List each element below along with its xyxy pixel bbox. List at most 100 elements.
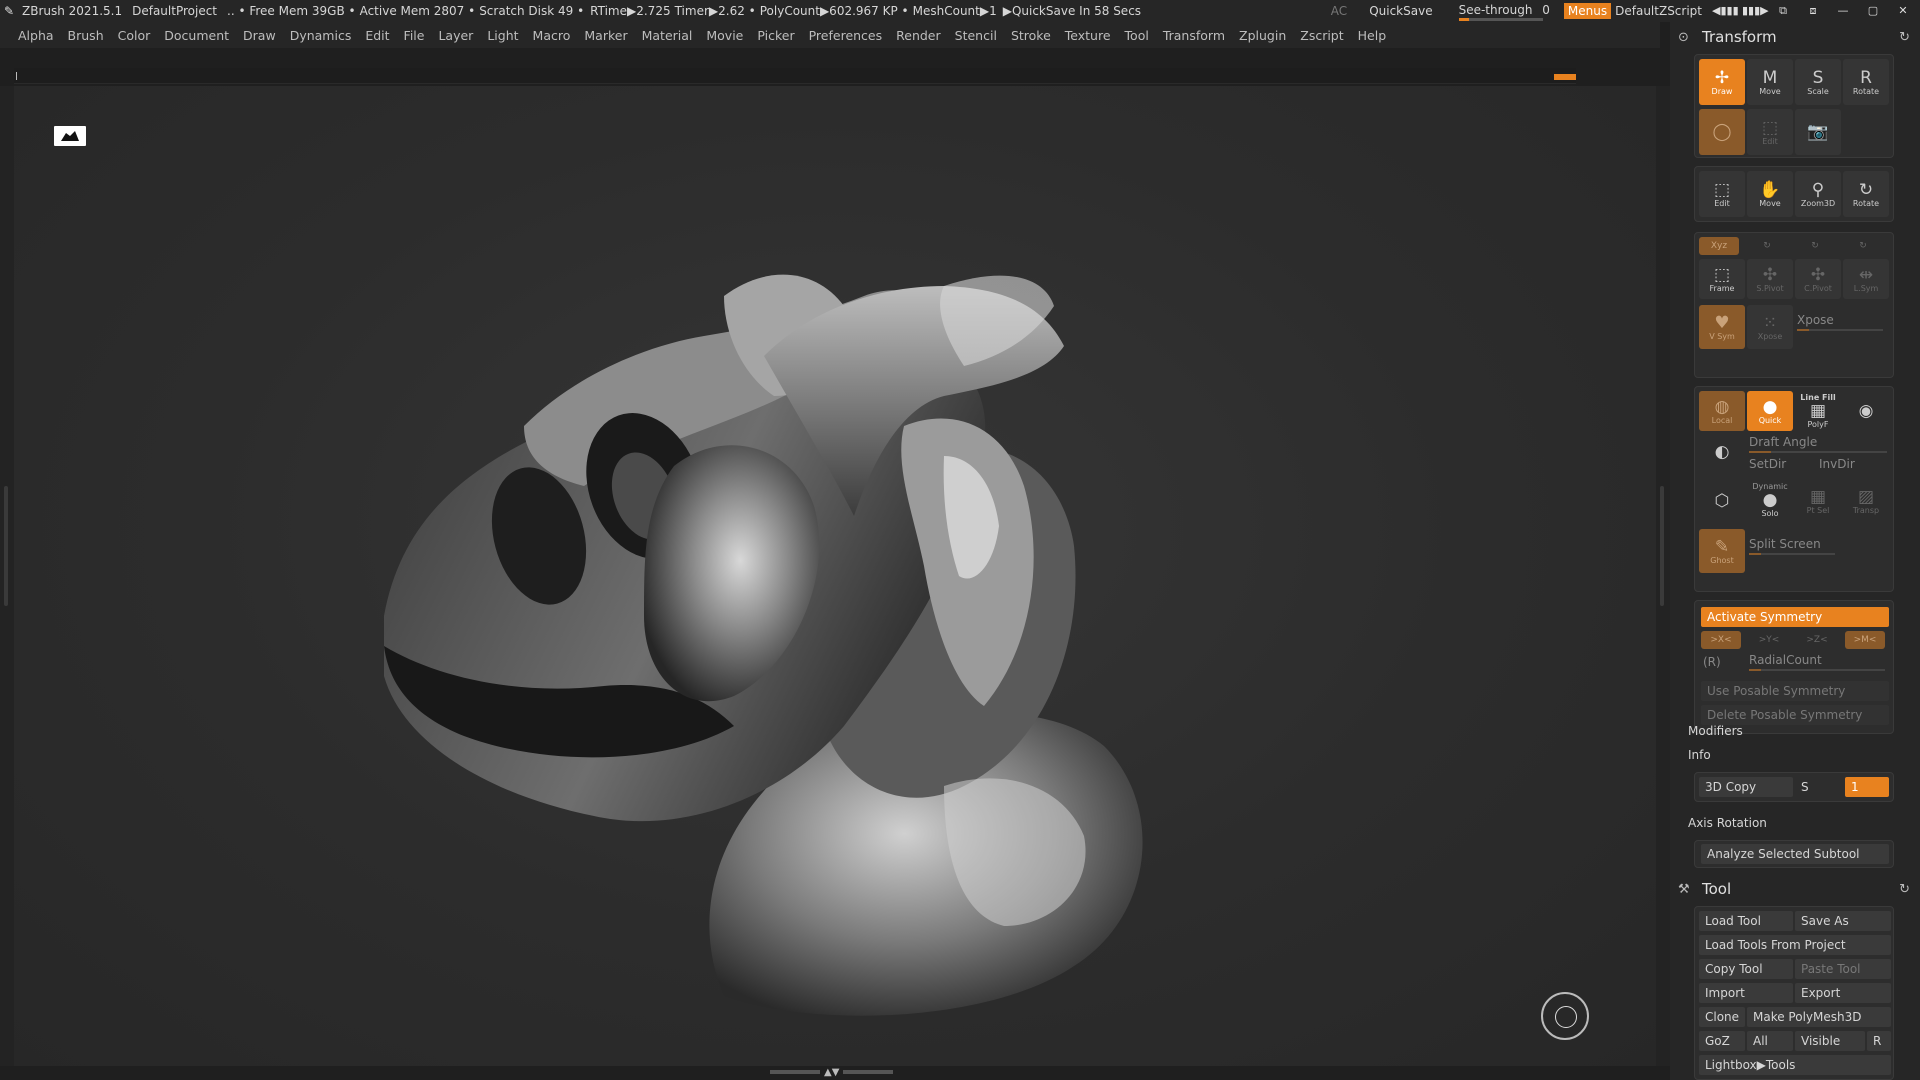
z-rotate-icon[interactable]: ↻ (1795, 237, 1835, 255)
document-thumbnail-icon[interactable] (54, 126, 86, 146)
wireframe-box-button[interactable]: ⬡ (1699, 481, 1745, 521)
radial-count-slider[interactable]: RadialCount (1749, 653, 1885, 673)
tool-reset-icon[interactable]: ↻ (1899, 882, 1910, 897)
delete-posable-symmetry-button[interactable]: Delete Posable Symmetry (1701, 705, 1889, 725)
menu-draw[interactable]: Draw (236, 28, 283, 43)
document-canvas[interactable] (14, 86, 1656, 1066)
menu-document[interactable]: Document (157, 28, 236, 43)
zoom3d-button[interactable]: ⚲ Zoom3D (1795, 171, 1841, 217)
move-button[interactable]: M Move (1747, 59, 1793, 105)
orbit-button[interactable]: ↻ Rotate (1843, 171, 1889, 217)
xpose-slider[interactable]: Xpose (1797, 313, 1883, 335)
menu-render[interactable]: Render (889, 28, 948, 43)
analyze-selected-subtool-button[interactable]: Analyze Selected Subtool (1701, 844, 1889, 864)
activate-symmetry-button[interactable]: Activate Symmetry (1701, 607, 1889, 627)
material-sphere-button[interactable]: ◉ (1843, 391, 1889, 431)
menu-zplugin[interactable]: Zplugin (1232, 28, 1293, 43)
left-tray-handle[interactable] (4, 486, 8, 606)
menu-brush[interactable]: Brush (61, 28, 111, 43)
axis-x-toggle[interactable]: >X< (1701, 631, 1741, 649)
radial-toggle[interactable]: (R) (1703, 655, 1733, 673)
close-icon[interactable]: ✕ (1892, 4, 1914, 18)
goz-button[interactable]: GoZ (1699, 1031, 1745, 1051)
local-button[interactable]: ◍ Local (1699, 391, 1745, 431)
solo-button[interactable]: Dynamic ● Solo (1747, 477, 1793, 523)
axis-m-toggle[interactable]: >M< (1845, 631, 1885, 649)
axis-rotation-subpalette[interactable]: Axis Rotation (1688, 816, 1767, 830)
free-rotate-icon[interactable]: ↻ (1843, 237, 1883, 255)
edit-button[interactable]: ⬚ Edit (1699, 171, 1745, 217)
reset-icon[interactable]: ↻ (1899, 30, 1910, 45)
menu-movie[interactable]: Movie (699, 28, 750, 43)
draft-angle-slider[interactable]: Draft Angle (1749, 435, 1887, 455)
menu-file[interactable]: File (397, 28, 432, 43)
minimize-icon[interactable]: — (1832, 4, 1854, 18)
menu-preferences[interactable]: Preferences (802, 28, 890, 43)
rotate-button[interactable]: R Rotate (1843, 59, 1889, 105)
paste-tool-button[interactable]: Paste Tool (1795, 959, 1891, 979)
menu-light[interactable]: Light (480, 28, 525, 43)
goz-r-button[interactable]: R (1867, 1031, 1891, 1051)
menu-layer[interactable]: Layer (431, 28, 480, 43)
save-as-button[interactable]: Save As (1795, 911, 1891, 931)
copy3d-s-toggle[interactable]: S (1795, 777, 1841, 797)
use-posable-symmetry-button[interactable]: Use Posable Symmetry (1701, 681, 1889, 701)
menu-zscript[interactable]: Zscript (1293, 28, 1350, 43)
menu-macro[interactable]: Macro (526, 28, 578, 43)
default-zscript-button[interactable]: DefaultZScript (1615, 4, 1702, 18)
maximize-icon[interactable]: ▢ (1862, 4, 1884, 18)
xpose-button[interactable]: ⁙ Xpose (1747, 305, 1793, 349)
polyf-button[interactable]: Line Fill ▦ PolyF (1795, 391, 1841, 431)
palette-dock-icon[interactable]: ⊙ (1678, 30, 1692, 45)
menu-texture[interactable]: Texture (1058, 28, 1118, 43)
c-pivot-button[interactable]: ✣ C.Pivot (1795, 259, 1841, 299)
ghost-button[interactable]: ✎ Ghost (1699, 529, 1745, 573)
layout-right-icon[interactable]: ▮▮▮▶ (1742, 4, 1769, 18)
s-pivot-button[interactable]: ✣ S.Pivot (1747, 259, 1793, 299)
pan-button[interactable]: ✋ Move (1747, 171, 1793, 217)
setdir-button[interactable]: SetDir (1749, 457, 1809, 473)
axis-z-toggle[interactable]: >Z< (1797, 631, 1837, 649)
copy3d-button[interactable]: 3D Copy (1699, 777, 1793, 797)
menus-toggle[interactable]: Menus (1563, 3, 1612, 19)
menu-stencil[interactable]: Stencil (948, 28, 1004, 43)
edit-mode-button[interactable]: ⬚ Edit (1747, 109, 1793, 155)
quicksave-button[interactable]: QuickSave (1369, 4, 1432, 18)
window-float-icon[interactable]: ⧈ (1802, 4, 1824, 18)
menu-transform[interactable]: Transform (1156, 28, 1232, 43)
split-screen-slider[interactable]: Split Screen (1749, 537, 1835, 557)
menu-help[interactable]: Help (1351, 28, 1394, 43)
menu-material[interactable]: Material (635, 28, 700, 43)
xyz-toggle[interactable]: Xyz (1699, 237, 1739, 255)
draw-button[interactable]: ✢ Draw (1699, 59, 1745, 105)
import-button[interactable]: Import (1699, 983, 1793, 1003)
lightbox-tools-button[interactable]: Lightbox▶Tools (1699, 1055, 1891, 1075)
scale-button[interactable]: S Scale (1795, 59, 1841, 105)
make-polymesh3d-button[interactable]: Make PolyMesh3D (1747, 1007, 1891, 1027)
l-sym-button[interactable]: ⇹ L.Sym (1843, 259, 1889, 299)
see-through-slider[interactable]: See-through 0 (1458, 3, 1550, 21)
frame-button[interactable]: ⬚ Frame (1699, 259, 1745, 299)
menu-edit[interactable]: Edit (358, 28, 396, 43)
snapshot-button[interactable]: 📷 (1795, 109, 1841, 155)
menu-tool[interactable]: Tool (1118, 28, 1156, 43)
info-subpalette[interactable]: Info (1688, 748, 1711, 762)
modifiers-subpalette[interactable]: Modifiers (1688, 724, 1743, 738)
menu-dynamics[interactable]: Dynamics (283, 28, 359, 43)
window-tile-icon[interactable]: ⧉ (1772, 4, 1794, 18)
invdir-button[interactable]: InvDir (1819, 457, 1879, 473)
right-tray-handle[interactable] (1660, 486, 1664, 606)
gizmo-button[interactable]: ◯ (1699, 109, 1745, 155)
goz-visible-button[interactable]: Visible (1795, 1031, 1865, 1051)
tool-header[interactable]: ⚒ Tool ↻ (1678, 876, 1910, 902)
load-tools-from-project-button[interactable]: Load Tools From Project (1699, 935, 1891, 955)
bottom-tray-handle[interactable]: ▲▼ (770, 1067, 900, 1078)
load-tool-button[interactable]: Load Tool (1699, 911, 1793, 931)
menu-marker[interactable]: Marker (577, 28, 634, 43)
contrast-toggle[interactable]: ◐ (1699, 435, 1745, 469)
transform-header[interactable]: ⊙ Transform ↻ (1678, 24, 1910, 50)
ac-toggle[interactable]: AC (1331, 4, 1347, 18)
v-sym-button[interactable]: ♥ V Sym (1699, 305, 1745, 349)
gyro-navigation-icon[interactable] (1541, 992, 1589, 1040)
layout-left-icon[interactable]: ◀▮▮▮ (1712, 4, 1739, 18)
